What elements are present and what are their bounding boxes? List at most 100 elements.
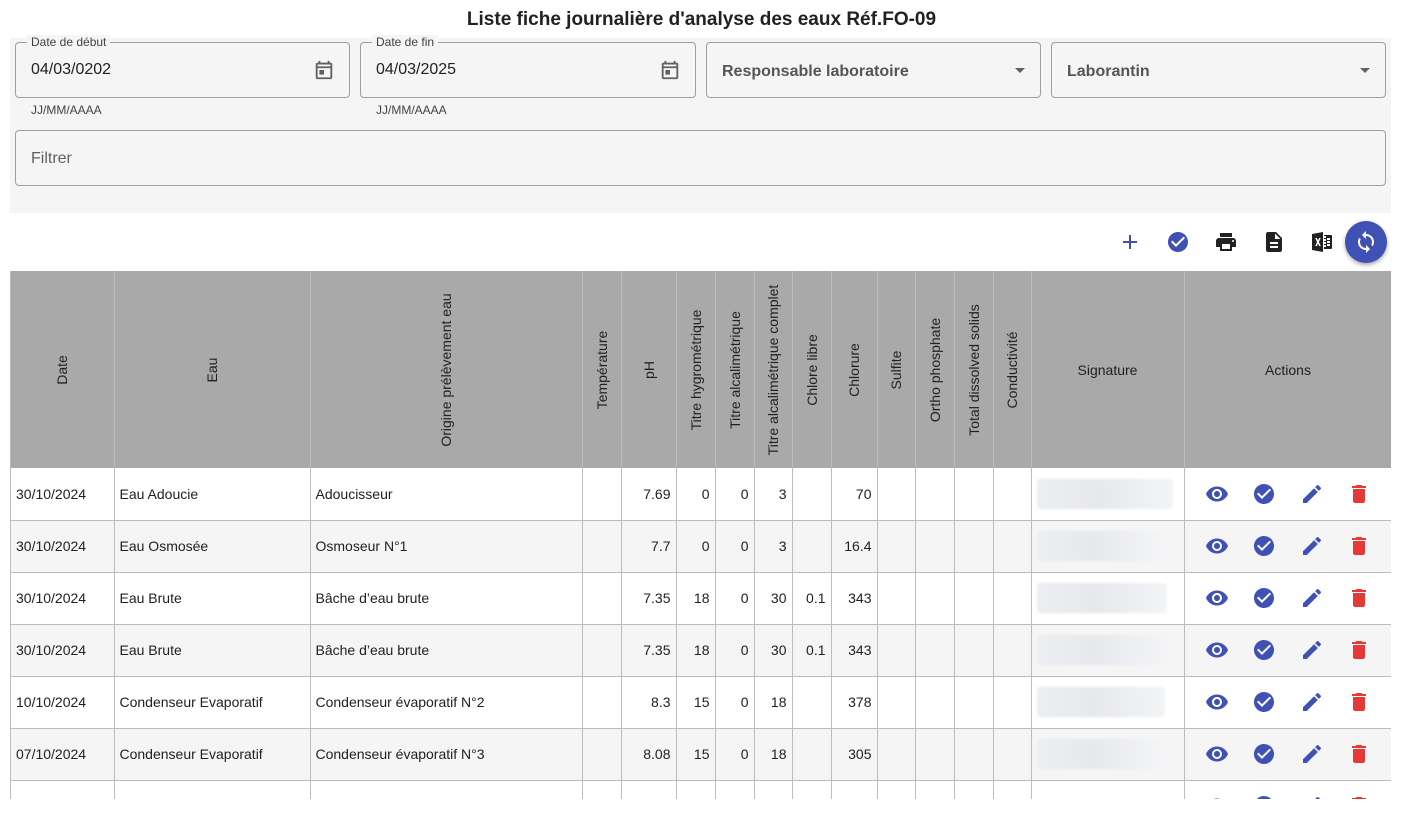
view-icon[interactable] bbox=[1205, 794, 1229, 799]
column-header[interactable]: Titre hygrométrique bbox=[676, 271, 716, 468]
add-icon[interactable] bbox=[1118, 230, 1142, 254]
cell-ta: 0 bbox=[715, 520, 755, 573]
start-date-helper: JJ/MM/AAAA bbox=[31, 103, 102, 117]
column-header[interactable]: Titre alcalimétrique complet bbox=[754, 271, 793, 468]
excel-icon[interactable] bbox=[1310, 230, 1334, 254]
view-icon[interactable] bbox=[1205, 690, 1229, 714]
column-header[interactable]: Chlorure bbox=[831, 271, 878, 468]
delete-icon[interactable] bbox=[1347, 534, 1371, 558]
filter-input[interactable]: Filtrer bbox=[15, 130, 1386, 186]
cell-ortho bbox=[915, 624, 955, 677]
cell-chlorure: 305 bbox=[831, 728, 878, 781]
column-header-label: Ortho phosphate bbox=[926, 317, 943, 422]
table-row[interactable]: 30/10/2024 Eau Brute Bâche d’eau brute 7.35… bbox=[11, 572, 1391, 625]
validate-icon[interactable] bbox=[1252, 638, 1276, 662]
validate-icon[interactable] bbox=[1252, 690, 1276, 714]
view-icon[interactable] bbox=[1205, 534, 1229, 558]
column-header[interactable]: Température bbox=[582, 271, 622, 468]
view-icon[interactable] bbox=[1205, 638, 1229, 662]
edit-icon[interactable] bbox=[1300, 586, 1324, 610]
cell-chlorure bbox=[831, 780, 878, 799]
cell-eau: Eau Brute bbox=[114, 572, 311, 625]
view-icon[interactable] bbox=[1205, 482, 1229, 506]
column-header[interactable]: Actions bbox=[1184, 271, 1391, 468]
cell-th: 15 bbox=[676, 728, 716, 781]
column-header[interactable]: Eau bbox=[114, 271, 311, 468]
cell-conductivite bbox=[993, 572, 1032, 625]
cell-conductivite bbox=[993, 728, 1032, 781]
column-header[interactable]: Ortho phosphate bbox=[915, 271, 955, 468]
view-icon[interactable] bbox=[1205, 742, 1229, 766]
signature-image bbox=[1036, 478, 1173, 509]
cell-chlore bbox=[792, 676, 832, 729]
end-date-field[interactable]: Date de fin 04/03/2025 bbox=[360, 35, 696, 98]
table-row[interactable]: 10/10/2024 Condenseur Evaporatif Condenseu… bbox=[11, 676, 1391, 729]
table-row[interactable] bbox=[11, 780, 1391, 799]
column-header[interactable]: Sulfite bbox=[877, 271, 916, 468]
delete-icon[interactable] bbox=[1347, 638, 1371, 662]
view-icon[interactable] bbox=[1205, 586, 1229, 610]
cell-ta: 0 bbox=[715, 676, 755, 729]
delete-icon[interactable] bbox=[1347, 794, 1371, 799]
cell-tds bbox=[954, 728, 994, 781]
laborantin-select[interactable]: Laborantin bbox=[1051, 42, 1386, 98]
cell-ortho bbox=[915, 676, 955, 729]
column-header[interactable]: Total dissolved solids bbox=[954, 271, 994, 468]
responsable-select[interactable]: Responsable laboratoire bbox=[706, 42, 1041, 98]
cell-signature bbox=[1031, 624, 1185, 677]
cell-tds bbox=[954, 468, 994, 521]
cell-ta bbox=[715, 780, 755, 799]
column-header[interactable]: Conductivité bbox=[993, 271, 1032, 468]
cell-tac: 3 bbox=[754, 520, 793, 573]
cell-chlorure: 70 bbox=[831, 468, 878, 521]
column-header[interactable]: Date bbox=[11, 271, 115, 468]
table-row[interactable]: 30/10/2024 Eau Brute Bâche d’eau brute 7.35… bbox=[11, 624, 1391, 677]
delete-icon[interactable] bbox=[1347, 742, 1371, 766]
column-header-label: pH bbox=[640, 360, 657, 379]
edit-icon[interactable] bbox=[1300, 794, 1324, 799]
signature-image bbox=[1036, 635, 1165, 665]
delete-icon[interactable] bbox=[1347, 482, 1371, 506]
calendar-icon[interactable] bbox=[659, 59, 681, 81]
cell-ta: 0 bbox=[715, 624, 755, 677]
validate-icon[interactable] bbox=[1252, 742, 1276, 766]
table-row[interactable]: 07/10/2024 Condenseur Evaporatif Condenseu… bbox=[11, 728, 1391, 781]
signature-image bbox=[1036, 739, 1161, 769]
validate-icon[interactable] bbox=[1252, 586, 1276, 610]
table-row[interactable]: 30/10/2024 Eau Adoucie Adoucisseur 7.69 0 0 3 7… bbox=[11, 468, 1391, 521]
column-header[interactable]: Origine prélèvement eau bbox=[310, 271, 583, 468]
column-header[interactable]: Signature bbox=[1031, 271, 1185, 468]
cell-chlore bbox=[792, 520, 832, 573]
validate-icon[interactable] bbox=[1252, 534, 1276, 558]
column-header-label: Total dissolved solids bbox=[965, 303, 982, 436]
start-date-label: Date de début bbox=[27, 35, 111, 49]
start-date-field[interactable]: Date de début 04/03/0202 bbox=[15, 35, 350, 98]
table-header-row: Date Eau Origine prélèvement eau Températur… bbox=[11, 271, 1391, 468]
column-header[interactable]: Titre alcalimétrique bbox=[715, 271, 755, 468]
column-header[interactable]: pH bbox=[621, 271, 677, 468]
calendar-icon[interactable] bbox=[313, 59, 335, 81]
cell-chlore bbox=[792, 728, 832, 781]
column-header[interactable]: Chlore libre bbox=[792, 271, 832, 468]
table-row[interactable]: 30/10/2024 Eau Osmosée Osmoseur N°1 7.7 0 0 3 1… bbox=[11, 520, 1391, 573]
check-circle-icon[interactable] bbox=[1166, 230, 1190, 254]
cell-chlorure: 378 bbox=[831, 676, 878, 729]
edit-icon[interactable] bbox=[1300, 638, 1324, 662]
cell-th: 0 bbox=[676, 520, 716, 573]
delete-icon[interactable] bbox=[1347, 690, 1371, 714]
edit-icon[interactable] bbox=[1300, 690, 1324, 714]
edit-icon[interactable] bbox=[1300, 742, 1324, 766]
sync-button[interactable] bbox=[1345, 221, 1387, 263]
edit-icon[interactable] bbox=[1300, 482, 1324, 506]
cell-actions bbox=[1184, 728, 1391, 781]
validate-icon[interactable] bbox=[1252, 482, 1276, 506]
validate-icon[interactable] bbox=[1252, 794, 1276, 799]
signature-image bbox=[1036, 687, 1165, 717]
edit-icon[interactable] bbox=[1300, 534, 1324, 558]
document-icon[interactable] bbox=[1262, 230, 1286, 254]
print-icon[interactable] bbox=[1214, 230, 1238, 254]
delete-icon[interactable] bbox=[1347, 586, 1371, 610]
cell-tds bbox=[954, 624, 994, 677]
column-header-label: Titre hygrométrique bbox=[687, 309, 704, 430]
cell-origine: Adoucisseur bbox=[310, 468, 583, 521]
